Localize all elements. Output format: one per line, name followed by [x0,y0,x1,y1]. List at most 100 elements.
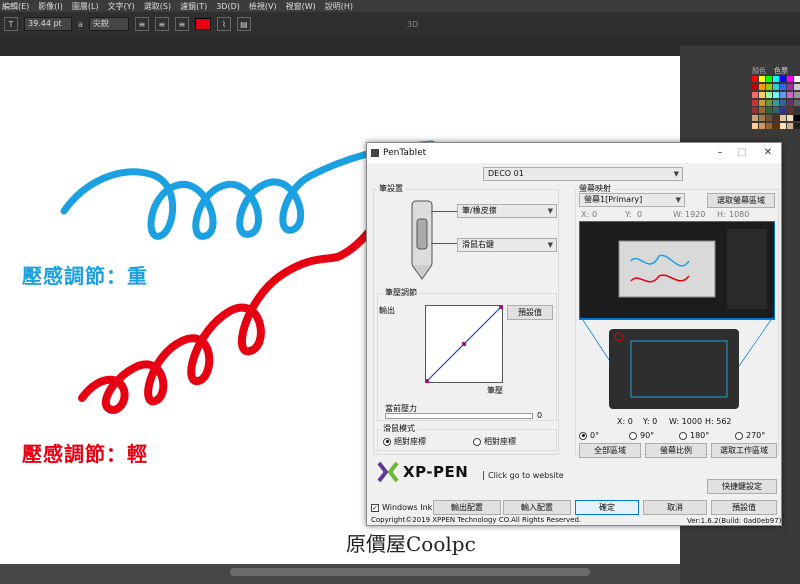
menu-help[interactable]: 說明(H) [325,1,353,12]
align-center-icon[interactable]: ≡ [154,17,169,31]
swatch-cell[interactable] [780,76,786,82]
xp-pen-logo[interactable]: XP-PEN [377,461,468,483]
mapping-preview[interactable] [579,221,775,417]
menu-view[interactable]: 檢視(V) [249,1,277,12]
import-config-button[interactable]: 輸入配置 [503,500,571,515]
swatch-cell[interactable] [766,115,772,122]
swatch-cell[interactable] [759,115,765,122]
swatch-cell[interactable] [780,99,786,106]
pressure-default-button[interactable]: 預設值 [507,305,553,320]
align-left-icon[interactable]: ≡ [134,17,149,31]
swatch-cell[interactable] [752,107,758,114]
windows-ink-checkbox[interactable]: ✓ Windows Ink [371,503,432,512]
swatch-cell[interactable] [766,91,772,98]
swatch-cell[interactable] [759,91,765,98]
swatch-cell[interactable] [773,76,779,82]
close-icon[interactable]: ✕ [761,146,775,160]
export-config-button[interactable]: 輸出配置 [433,500,501,515]
antialias-select[interactable]: 尖銳 [88,17,129,31]
absolute-mode-radio[interactable]: 絕對座標 [383,436,426,447]
cancel-button[interactable]: 取消 [643,500,707,515]
swatch-cell[interactable] [780,91,786,98]
swatch-cell[interactable] [759,123,765,130]
select-screen-area-button[interactable]: 選取螢幕區域 [707,193,775,208]
swatch-cell[interactable] [787,123,793,130]
menu-image[interactable]: 影像(I) [38,1,63,12]
default-button[interactable]: 預設值 [711,500,777,515]
rotation-0-radio[interactable]: 0° [579,431,599,440]
relative-mode-radio[interactable]: 相對座標 [473,436,516,447]
swatch-cell[interactable] [787,83,793,90]
swatch-cell[interactable] [773,107,779,114]
monitor-select[interactable]: 螢幕1[Primary] ▼ [579,193,685,207]
swatch-cell[interactable] [752,99,758,106]
swatch-cell[interactable] [794,123,800,130]
font-size-field[interactable]: 39.44 pt [24,17,72,31]
swatch-cell[interactable] [787,99,793,106]
swatch-cell[interactable] [752,83,758,90]
swatch-cell[interactable] [759,83,765,90]
swatch-cell[interactable] [787,115,793,122]
swatch-cell[interactable] [787,107,793,114]
lower-button-select[interactable]: 滑鼠右鍵 ▼ [457,238,557,252]
swatch-cell[interactable] [794,99,800,106]
maximize-icon[interactable]: □ [735,146,749,160]
device-select[interactable]: DECO 01 ▼ [483,167,683,181]
ok-button[interactable]: 確定 [575,500,639,515]
swatch-cell[interactable] [773,123,779,130]
rotation-90-radio[interactable]: 90° [629,431,654,440]
rotation-270-radio[interactable]: 270° [735,431,765,440]
screen-ratio-button[interactable]: 螢幕比例 [645,443,707,458]
upper-button-select[interactable]: 筆/橡皮擦 ▼ [457,204,557,218]
panels-icon[interactable]: ▤ [236,17,251,31]
swatch-cell[interactable] [752,123,758,130]
warp-text-icon[interactable]: ⌇ [216,17,231,31]
swatch-cell[interactable] [794,91,800,98]
select-work-area-button[interactable]: 選取工作區域 [711,443,777,458]
swatch-cell[interactable] [759,107,765,114]
swatch-cell[interactable] [752,91,758,98]
menu-3d[interactable]: 3D(D) [216,2,240,11]
menu-filter[interactable]: 濾鏡(T) [180,1,207,12]
swatch-cell[interactable] [787,76,793,82]
swatch-cell[interactable] [773,83,779,90]
swatch-cell[interactable] [752,115,758,122]
swatch-grid[interactable] [752,76,800,130]
swatch-cell[interactable] [794,107,800,114]
swatch-cell[interactable] [766,123,772,130]
swatch-cell[interactable] [766,107,772,114]
swatch-cell[interactable] [752,76,758,82]
swatch-cell[interactable] [759,99,765,106]
swatch-cell[interactable] [780,83,786,90]
text-color-swatch[interactable] [194,18,211,30]
panel-tab-swatches[interactable]: 色票 [774,66,788,76]
full-area-button[interactable]: 全部區域 [579,443,641,458]
swatch-cell[interactable] [773,99,779,106]
swatch-cell[interactable] [794,76,800,82]
swatch-cell[interactable] [766,99,772,106]
swatch-cell[interactable] [780,107,786,114]
swatch-cell[interactable] [773,91,779,98]
swatch-cell[interactable] [773,115,779,122]
swatch-cell[interactable] [766,76,772,82]
menu-layer[interactable]: 圖層(L) [72,1,99,12]
shortcut-settings-button[interactable]: 快捷鍵設定 [707,479,777,494]
website-link[interactable]: Click go to website [483,471,564,480]
rotation-180-radio[interactable]: 180° [679,431,709,440]
align-right-icon[interactable]: ≡ [174,17,189,31]
menu-type[interactable]: 文字(Y) [108,1,135,12]
swatch-cell[interactable] [794,115,800,122]
menu-window[interactable]: 視窗(W) [286,1,316,12]
panel-tab-color[interactable]: 顏色 [752,66,766,76]
menu-select[interactable]: 選取(S) [144,1,171,12]
swatch-cell[interactable] [780,123,786,130]
minimize-icon[interactable]: – [713,146,727,160]
swatch-cell[interactable] [787,91,793,98]
3d-label[interactable]: 3D [407,20,418,29]
swatch-cell[interactable] [766,83,772,90]
swatch-cell[interactable] [780,115,786,122]
swatch-cell[interactable] [759,76,765,82]
swatch-cell[interactable] [794,83,800,90]
menu-edit[interactable]: 編輯(E) [2,1,29,12]
pressure-curve[interactable] [425,305,503,383]
